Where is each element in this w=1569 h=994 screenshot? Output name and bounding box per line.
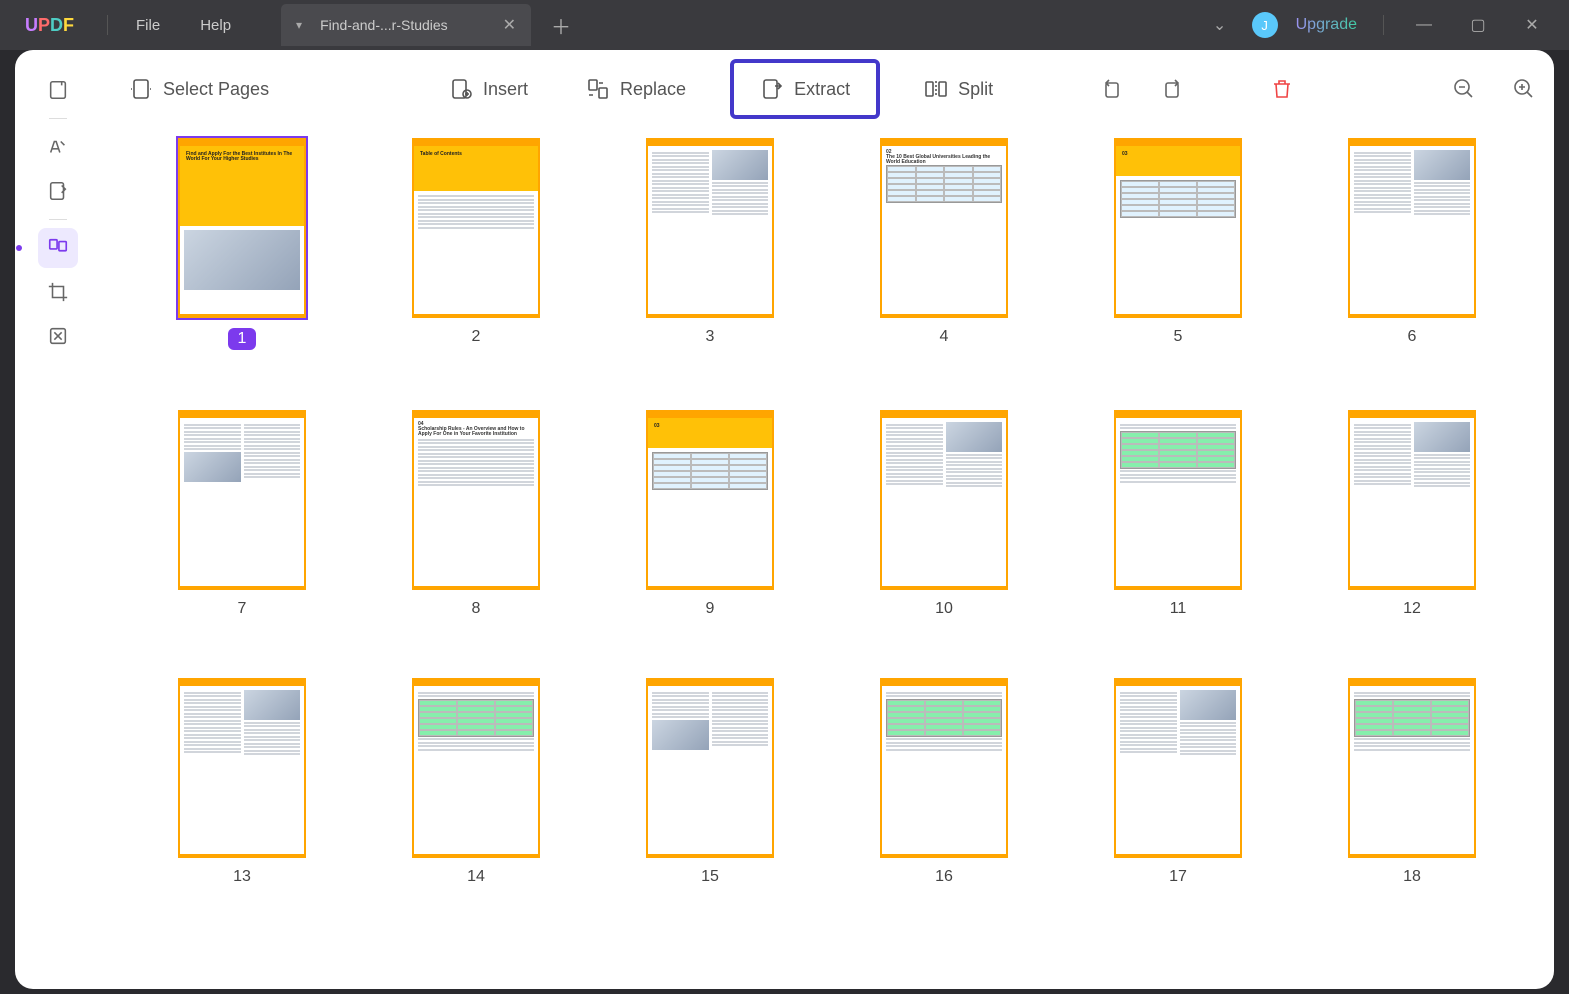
close-icon[interactable]: ✕ (503, 15, 516, 35)
page-number: 5 (1174, 328, 1183, 346)
page-number: 8 (472, 600, 481, 618)
thumbnail-image (1348, 678, 1476, 858)
delete-icon[interactable] (1267, 74, 1297, 104)
page-number: 9 (706, 600, 715, 618)
page-number: 16 (935, 868, 953, 886)
sidebar (15, 50, 100, 989)
insert-label: Insert (483, 79, 528, 100)
close-window-button[interactable]: ✕ (1510, 3, 1554, 47)
app-logo: UPDF (0, 15, 99, 36)
page-number: 12 (1403, 600, 1421, 618)
thumbnail-image (646, 678, 774, 858)
page-thumbnail[interactable]: 03 5 (1096, 138, 1260, 350)
thumbnail-image: 04Scholarship Rules - An Overview and Ho… (412, 410, 540, 590)
split-label: Split (958, 79, 993, 100)
thumbnail-image (1114, 678, 1242, 858)
sidebar-crop-icon[interactable] (38, 272, 78, 312)
page-thumbnail[interactable]: 04Scholarship Rules - An Overview and Ho… (394, 410, 558, 618)
page-number: 11 (1170, 600, 1187, 618)
sidebar-edit-icon[interactable] (38, 171, 78, 211)
page-number: 7 (238, 600, 247, 618)
divider (107, 15, 108, 35)
sidebar-watermark-icon[interactable] (38, 316, 78, 356)
page-thumbnail[interactable]: 13 (160, 678, 324, 886)
thumbnail-image (1348, 138, 1476, 318)
divider (1383, 15, 1384, 35)
page-number: 18 (1403, 868, 1421, 886)
page-number: 13 (233, 868, 251, 886)
thumbnail-image: 03 (1114, 138, 1242, 318)
page-thumbnail[interactable]: 14 (394, 678, 558, 886)
menu-file[interactable]: File (116, 17, 180, 34)
rotate-left-icon[interactable] (1097, 74, 1127, 104)
page-number: 1 (228, 328, 257, 350)
thumbnail-image (646, 138, 774, 318)
thumbnail-image: Find and Apply For the Best Institutes I… (178, 138, 306, 318)
chevron-down-icon[interactable]: ⌄ (1198, 3, 1242, 47)
add-tab-button[interactable]: ＋ (531, 11, 591, 40)
page-number: 14 (467, 868, 485, 886)
tab-title: Find-and-...r-Studies (320, 17, 448, 33)
thumbnail-image (178, 410, 306, 590)
thumbnail-image: Table of Contents (412, 138, 540, 318)
sidebar-comment-icon[interactable] (38, 127, 78, 167)
sidebar-organize-icon[interactable] (38, 228, 78, 268)
page-number: 15 (701, 868, 719, 886)
extract-button[interactable]: Extract (730, 59, 880, 119)
select-pages-button[interactable]: Select Pages (115, 69, 283, 109)
zoom-in-icon[interactable] (1509, 74, 1539, 104)
thumbnail-image (1348, 410, 1476, 590)
user-avatar[interactable]: J (1252, 12, 1278, 38)
page-number: 10 (935, 600, 953, 618)
tab-dropdown-icon[interactable]: ▾ (296, 18, 302, 32)
rotate-right-icon[interactable] (1157, 74, 1187, 104)
maximize-button[interactable]: ▢ (1456, 3, 1500, 47)
split-button[interactable]: Split (910, 69, 1007, 109)
sidebar-separator (49, 118, 67, 119)
thumbnail-image: 03 (646, 410, 774, 590)
zoom-out-icon[interactable] (1449, 74, 1479, 104)
page-thumbnail[interactable]: 18 (1330, 678, 1494, 886)
page-number: 3 (706, 328, 715, 346)
menu-help[interactable]: Help (180, 17, 251, 34)
page-thumbnail[interactable]: 16 (862, 678, 1026, 886)
select-pages-label: Select Pages (163, 79, 269, 100)
sidebar-separator (49, 219, 67, 220)
page-thumbnail[interactable]: 03 9 (628, 410, 792, 618)
page-thumbnail[interactable]: 02The 10 Best Global Universities Leadin… (862, 138, 1026, 350)
toolbar: Select Pages Insert Replace Extract Spli… (100, 50, 1554, 128)
page-number: 2 (472, 328, 481, 346)
thumbnail-image (1114, 410, 1242, 590)
page-thumbnail[interactable]: 11 (1096, 410, 1260, 618)
page-thumbnail[interactable]: Find and Apply For the Best Institutes I… (160, 138, 324, 350)
main-panel: Select Pages Insert Replace Extract Spli… (100, 50, 1554, 989)
titlebar: UPDF File Help ▾ Find-and-...r-Studies ✕… (0, 0, 1569, 50)
insert-button[interactable]: Insert (435, 69, 542, 109)
sidebar-reader-icon[interactable] (38, 70, 78, 110)
page-thumbnail[interactable]: 10 (862, 410, 1026, 618)
thumbnail-image (880, 410, 1008, 590)
minimize-button[interactable]: — (1402, 3, 1446, 47)
page-number: 6 (1408, 328, 1417, 346)
page-thumbnail[interactable]: 7 (160, 410, 324, 618)
upgrade-button[interactable]: Upgrade (1288, 16, 1365, 34)
page-thumbnail[interactable]: Table of Contents 2 (394, 138, 558, 350)
thumbnail-image (178, 678, 306, 858)
page-number: 4 (940, 328, 949, 346)
page-thumbnail[interactable]: 6 (1330, 138, 1494, 350)
thumbnail-image (412, 678, 540, 858)
app-workspace: Select Pages Insert Replace Extract Spli… (15, 50, 1554, 989)
page-number: 17 (1169, 868, 1187, 886)
thumbnail-image (880, 678, 1008, 858)
document-tab[interactable]: ▾ Find-and-...r-Studies ✕ (281, 4, 531, 46)
replace-label: Replace (620, 79, 686, 100)
replace-button[interactable]: Replace (572, 69, 700, 109)
page-thumbnail[interactable]: 12 (1330, 410, 1494, 618)
thumbnail-image: 02The 10 Best Global Universities Leadin… (880, 138, 1008, 318)
page-thumbnail[interactable]: 15 (628, 678, 792, 886)
page-thumbnail[interactable]: 3 (628, 138, 792, 350)
page-thumbnails-grid: Find and Apply For the Best Institutes I… (100, 128, 1554, 989)
page-thumbnail[interactable]: 17 (1096, 678, 1260, 886)
extract-label: Extract (794, 79, 850, 100)
